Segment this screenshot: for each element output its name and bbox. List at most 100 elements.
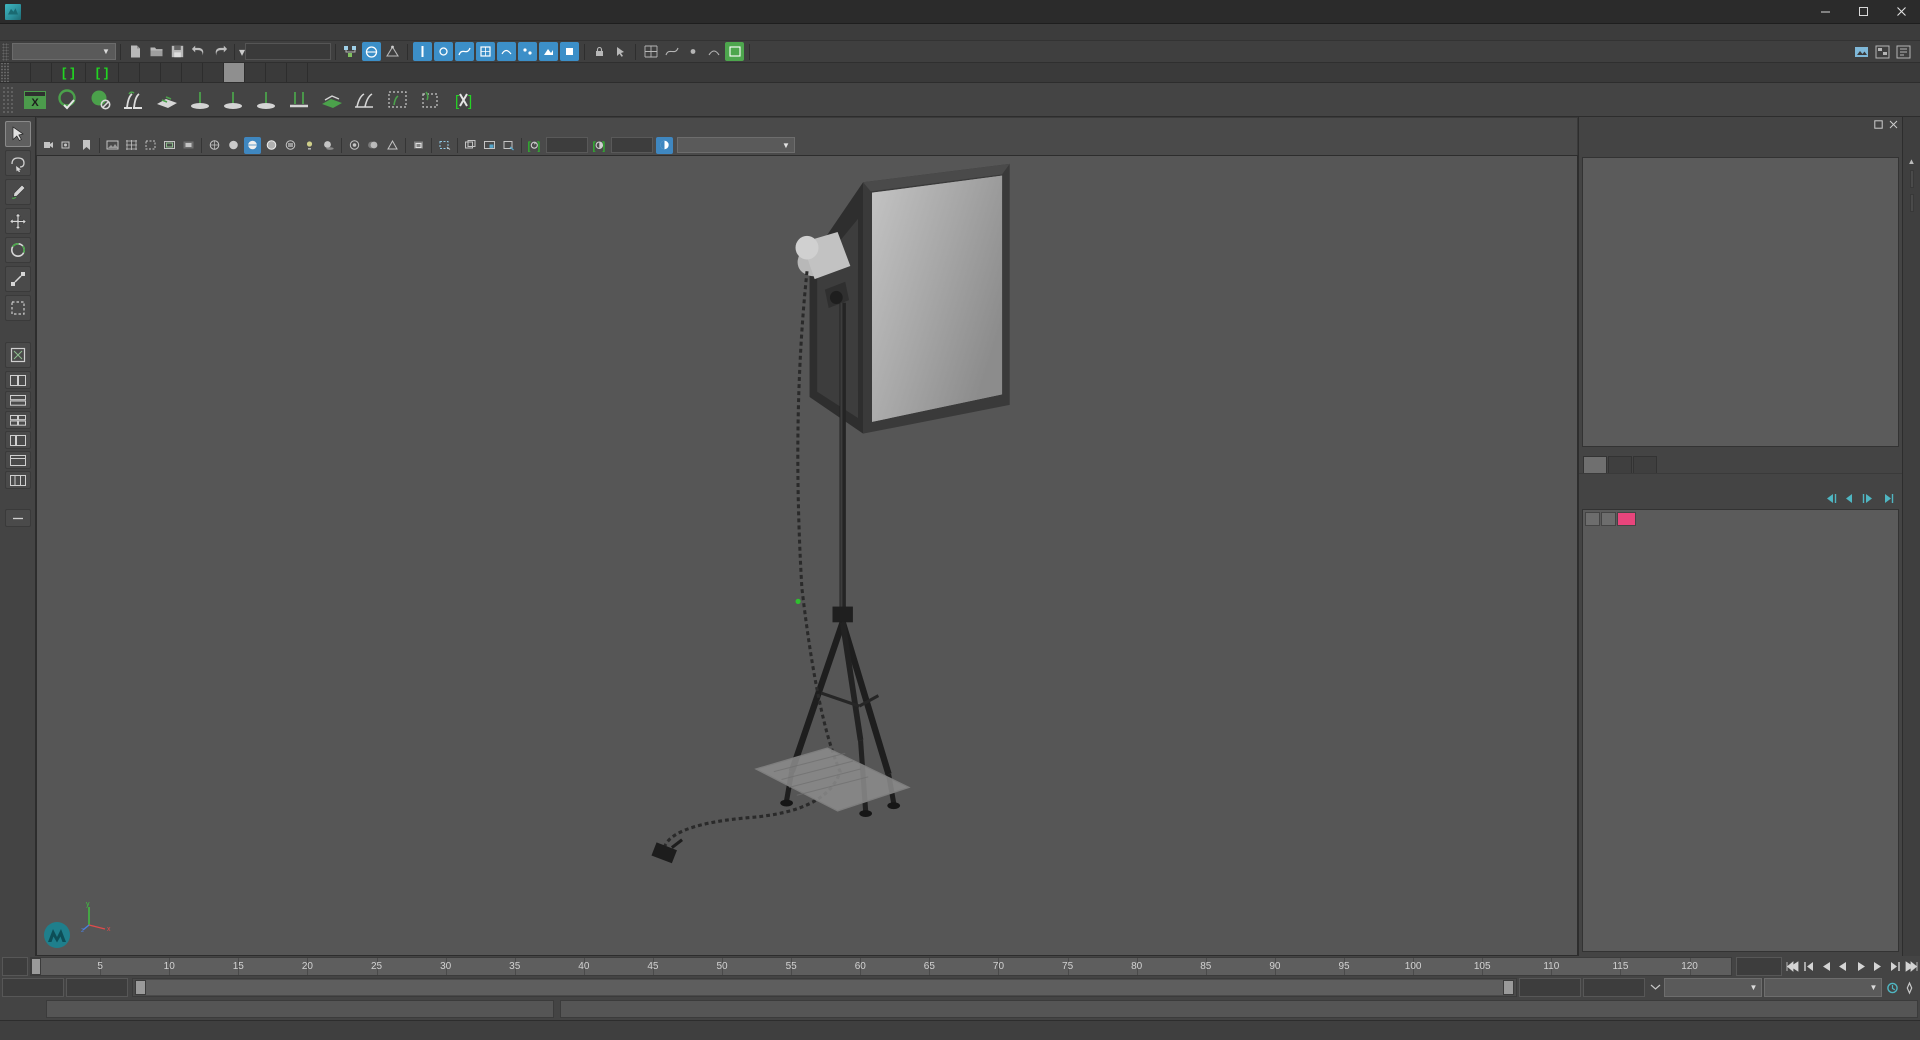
maximize-button[interactable] bbox=[1844, 0, 1882, 23]
mask-joints-icon[interactable] bbox=[434, 42, 454, 61]
xgen-preset-3-icon[interactable] bbox=[250, 85, 281, 115]
shelf-tab-fx-caching[interactable] bbox=[182, 63, 204, 82]
shelf-tab-rendering[interactable] bbox=[140, 63, 162, 82]
menu-windows[interactable] bbox=[84, 24, 98, 41]
vtab-channel-box-layer-editor[interactable] bbox=[1909, 170, 1914, 188]
object-menu[interactable] bbox=[1623, 135, 1641, 153]
paint-select-tool-button[interactable] bbox=[4, 179, 31, 205]
close-button[interactable] bbox=[1882, 0, 1920, 23]
shelf-tab-polygons[interactable] bbox=[31, 63, 52, 82]
mel-command-input[interactable] bbox=[46, 1000, 554, 1018]
step-back-key-icon[interactable] bbox=[1801, 957, 1818, 976]
shelf-tab-curves-surfaces[interactable] bbox=[10, 63, 31, 82]
open-hypergraph-icon[interactable] bbox=[1873, 42, 1892, 61]
go-to-end-icon[interactable] bbox=[1903, 957, 1920, 976]
viewport-capture-icon[interactable] bbox=[481, 137, 498, 154]
display-layer-list[interactable] bbox=[1582, 509, 1899, 952]
layer-playback-toggle[interactable] bbox=[1601, 511, 1616, 526]
xgen-region-a-icon[interactable] bbox=[382, 85, 413, 115]
open-scene-icon[interactable] bbox=[147, 42, 166, 61]
menu-select[interactable] bbox=[42, 24, 56, 41]
scroll-up-icon[interactable]: ▲ bbox=[1908, 157, 1916, 166]
menu-help[interactable] bbox=[210, 24, 224, 41]
xgen-x-tool-icon[interactable]: [] bbox=[448, 85, 479, 115]
playback-end-field[interactable] bbox=[1519, 978, 1581, 997]
lighting-toggle-icon[interactable] bbox=[301, 137, 318, 154]
rotate-tool-button[interactable] bbox=[4, 237, 31, 263]
step-forward-frame-icon[interactable] bbox=[1869, 957, 1886, 976]
new-scene-icon[interactable] bbox=[126, 42, 145, 61]
xgen-sphere-slash-icon[interactable] bbox=[85, 85, 116, 115]
xgen-patch-icon[interactable] bbox=[316, 85, 347, 115]
highlight-selection-icon[interactable] bbox=[611, 42, 630, 61]
layout-more-button[interactable] bbox=[4, 471, 31, 489]
mask-rendering-icon[interactable] bbox=[539, 42, 559, 61]
multisample-icon[interactable] bbox=[384, 137, 401, 154]
layout-saved-button[interactable] bbox=[4, 509, 31, 527]
snap-curve-icon[interactable] bbox=[662, 42, 681, 61]
play-forwards-icon[interactable] bbox=[1852, 957, 1869, 976]
shelf-tab-custom[interactable] bbox=[203, 63, 225, 82]
range-handle-right[interactable] bbox=[1503, 980, 1514, 995]
resolution-gate-icon[interactable] bbox=[161, 137, 178, 154]
channel-box-content[interactable] bbox=[1582, 157, 1899, 447]
select-camera-icon[interactable] bbox=[40, 137, 57, 154]
mask-misc-icon[interactable] bbox=[560, 42, 580, 61]
snap-grid-icon[interactable] bbox=[641, 42, 660, 61]
tab-render-layers[interactable] bbox=[1608, 456, 1632, 473]
range-handle-left[interactable] bbox=[135, 980, 146, 995]
menu-deform[interactable] bbox=[126, 24, 140, 41]
color-management-toggle-icon[interactable] bbox=[656, 136, 673, 154]
tab-display-layers[interactable] bbox=[1583, 456, 1607, 473]
new-layer-from-selected-icon[interactable] bbox=[1881, 493, 1894, 507]
new-layer-icon[interactable] bbox=[1862, 493, 1875, 507]
step-forward-key-icon[interactable] bbox=[1886, 957, 1903, 976]
shelf-tab-fx[interactable] bbox=[161, 63, 183, 82]
undo-icon[interactable] bbox=[189, 42, 208, 61]
mask-deformers-icon[interactable] bbox=[497, 42, 517, 61]
layout-two-pane-side-button[interactable] bbox=[4, 371, 31, 389]
menu-create[interactable] bbox=[28, 24, 42, 41]
render-view-icon[interactable] bbox=[1852, 42, 1871, 61]
save-scene-icon[interactable] bbox=[168, 42, 187, 61]
texture-toggle-icon[interactable] bbox=[282, 137, 299, 154]
xgen-editor-icon[interactable]: X bbox=[19, 85, 50, 115]
layer-visibility-toggle[interactable] bbox=[1585, 511, 1600, 526]
move-layer-down-icon[interactable] bbox=[1843, 493, 1856, 507]
mask-dynamics-icon[interactable] bbox=[518, 42, 538, 61]
vtab-attribute-editor[interactable] bbox=[1909, 194, 1914, 212]
select-by-hierarchy-icon[interactable] bbox=[341, 42, 360, 61]
motion-blur-icon[interactable] bbox=[365, 137, 382, 154]
move-layer-up-icon[interactable] bbox=[1824, 493, 1837, 507]
layout-two-pane-stacked-button[interactable] bbox=[4, 391, 31, 409]
select-by-object-type-icon[interactable] bbox=[362, 42, 382, 61]
layout-hypergraph-button[interactable] bbox=[4, 451, 31, 469]
table-row[interactable] bbox=[1583, 510, 1898, 527]
shelf-tab-animation[interactable] bbox=[119, 63, 141, 82]
menu-control[interactable] bbox=[154, 24, 168, 41]
toolbar-grip[interactable] bbox=[2, 42, 9, 61]
lock-selection-icon[interactable] bbox=[590, 42, 609, 61]
character-set-dropdown[interactable]: ▼ bbox=[1764, 978, 1882, 997]
minimize-button[interactable] bbox=[1806, 0, 1844, 23]
menu-skeleton[interactable] bbox=[98, 24, 112, 41]
xgen-preset-4-icon[interactable] bbox=[283, 85, 314, 115]
command-output-field[interactable] bbox=[560, 1000, 1918, 1018]
shelf-icon-grip[interactable] bbox=[2, 85, 14, 114]
range-end-field[interactable] bbox=[66, 978, 128, 997]
smooth-shade-all-icon[interactable] bbox=[244, 136, 261, 154]
xgen-guides-icon[interactable] bbox=[349, 85, 380, 115]
menu-skin[interactable] bbox=[112, 24, 126, 41]
gamma-reset-icon[interactable]: [] bbox=[591, 137, 608, 154]
play-backwards-icon[interactable] bbox=[1835, 957, 1852, 976]
go-to-start-icon[interactable] bbox=[1784, 957, 1801, 976]
time-slider-track[interactable]: 5 10 15 20 25 30 35 40 45 50 55 60 65 70 75 80 85 90 95 100… bbox=[30, 957, 1732, 976]
auto-keyframe-icon[interactable] bbox=[1901, 978, 1918, 997]
xgen-surface-icon[interactable] bbox=[151, 85, 182, 115]
menu-cache[interactable] bbox=[168, 24, 182, 41]
shelf-grip[interactable] bbox=[0, 63, 10, 82]
redo-icon[interactable] bbox=[210, 42, 229, 61]
animation-preferences-icon[interactable] bbox=[1884, 978, 1901, 997]
camera-attributes-icon[interactable] bbox=[59, 137, 76, 154]
range-start-field[interactable] bbox=[2, 978, 64, 997]
